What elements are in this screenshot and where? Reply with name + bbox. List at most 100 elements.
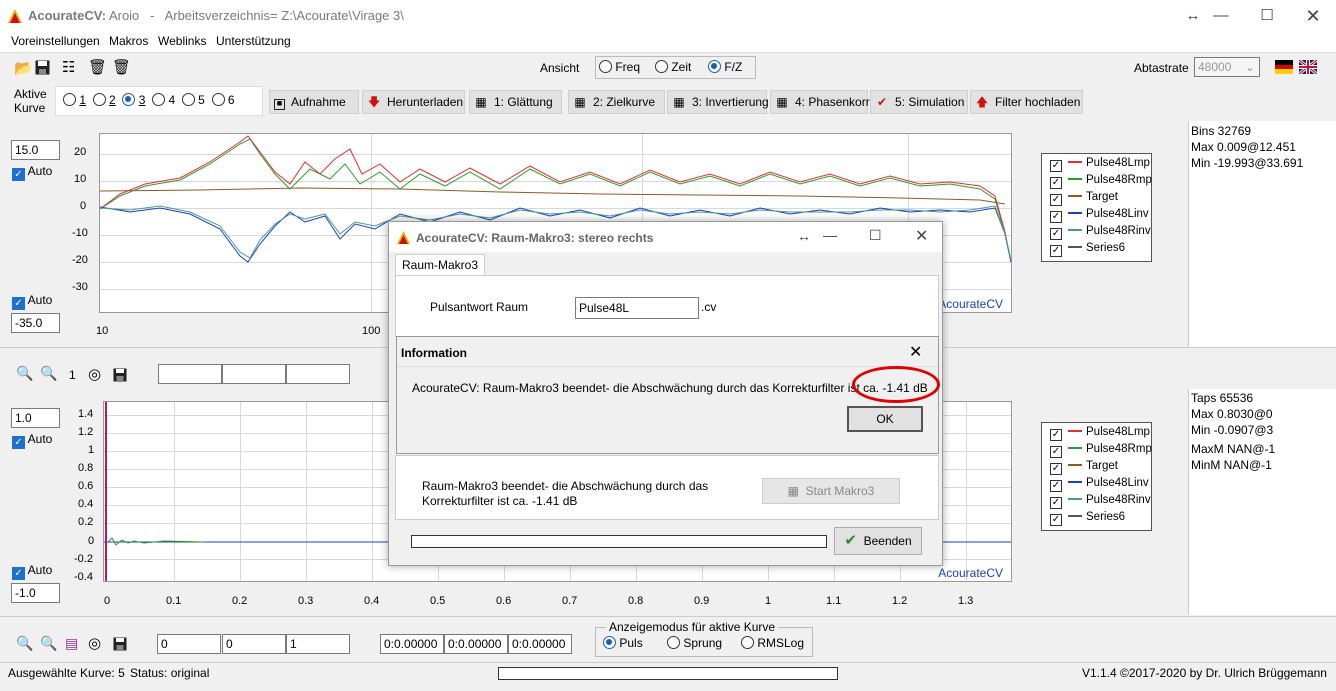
time-xtick: 0 [104,595,111,607]
active-curve-label-1: Aktive [14,87,47,101]
resize-arrows-icon[interactable]: ↔ [797,228,811,244]
step-herunterladen-label: Herunterladen [387,95,464,109]
curve-option-1[interactable]: 1 [63,93,86,107]
menu-unterstuetzung[interactable]: Unterstützung [216,34,291,48]
time-xtick: 0.9 [694,595,710,607]
bottom-field-1[interactable]: 0 [157,634,221,654]
pulse-response-label: Pulsantwort Raum [430,300,529,314]
delete-multiple-icon[interactable]: 🗑 [88,58,107,76]
mode-sprung[interactable]: Sprung [667,636,722,650]
menu-voreinstellungen[interactable]: Voreinstellungen [11,34,100,48]
time-field-1[interactable]: 0:0.00000 [380,634,444,654]
beenden-button[interactable]: ✔ Beenden [834,527,922,555]
legend-item[interactable]: ✓ Target [1050,191,1118,206]
zoom-out-icon[interactable]: 🔍 [40,365,57,382]
zoom-in-icon[interactable]: 🔍 [16,635,33,652]
mid-field-2[interactable] [222,364,286,384]
time-field-3[interactable]: 0:0.00000 [508,634,572,654]
time-ytick: 0.8 [78,462,94,474]
step-herunterladen-button[interactable]: 🡇 Herunterladen [362,90,465,114]
maximize-button[interactable]: ☐ [869,227,882,244]
bottom-field-2[interactable]: 0 [222,634,286,654]
legend-item[interactable]: ✓ Pulse48Linv [1050,477,1149,492]
checkbox-checked-icon[interactable]: ✓ [12,297,25,310]
pulse-response-input[interactable]: Pulse48L [575,297,699,319]
legend-item[interactable]: ✓ Pulse48Linv [1050,208,1149,223]
step-filter-hochladen-button[interactable]: 🡅 Filter hochladen [970,90,1083,114]
mode-puls[interactable]: Puls [603,636,643,650]
legend-item[interactable]: ✓ Pulse48Lmp [1050,426,1150,441]
step-glaettung-label: 1: Glättung [494,95,553,109]
step-aufnahme-button[interactable]: ■ Aufnahme [269,90,359,114]
legend-item[interactable]: ✓ Pulse48Rmp [1050,174,1152,189]
freq-ymin-input[interactable]: -35.0 [11,313,60,333]
step-glaettung-button[interactable]: ▦ 1: Glättung [469,90,562,114]
uk-flag-icon[interactable] [1299,60,1317,74]
open-folder-icon[interactable]: 📂 [14,59,33,77]
legend-item[interactable]: ✓ Target [1050,460,1118,475]
freq-ytick-10: 10 [74,173,87,185]
close-button[interactable]: ✕ [1290,0,1336,32]
start-macro3-button[interactable]: ▦ Start Makro3 [762,478,900,504]
time-xtick: 1 [765,595,772,607]
mid-field-3[interactable] [286,364,350,384]
curve-option-5[interactable]: 5 [181,93,205,107]
save-icon[interactable] [113,368,127,382]
chart-icon[interactable]: ▤ [65,635,78,652]
time-ymax-input[interactable]: 1.0 [11,408,60,428]
curve-option-3[interactable]: 3 [122,93,145,107]
curve-option-2[interactable]: 2 [92,93,116,107]
zoom-out-icon[interactable]: 🔍 [40,635,57,652]
step-simulation-button[interactable]: ✔ 5: Simulation [870,90,968,114]
window-title-text: Aroio - Arbeitsverzeichnis= Z:\Acourate\… [108,8,404,23]
time-field-2[interactable]: 0:0.00000 [444,634,508,654]
step-invertierung-button[interactable]: ▦ 3: Invertierung [667,90,769,114]
time-auto-bottom[interactable]: ✓ Auto [12,563,52,580]
mid-field-1[interactable] [158,364,222,384]
macro-dialog-tab[interactable]: Raum-Makro3 [395,254,485,276]
legend-item[interactable]: ✓ Pulse48Rinv [1050,494,1151,509]
legend-item[interactable]: ✓ Series6 [1050,511,1125,526]
minimize-button[interactable]: — [1198,0,1244,32]
checkbox-checked-icon[interactable]: ✓ [12,168,25,181]
ok-button[interactable]: OK [847,406,923,432]
maximize-button[interactable]: ☐ [1244,0,1290,32]
legend-item[interactable]: ✓ Series6 [1050,242,1125,257]
step-zielkurve-label: 2: Zielkurve [593,95,656,109]
close-button[interactable]: ✕ [909,342,922,362]
german-flag-icon[interactable] [1275,60,1293,74]
mode-rmslog[interactable]: RMSLog [741,636,804,650]
minimize-button[interactable]: — [823,227,837,243]
save-icon[interactable] [113,637,127,651]
step-phasenkorr-button[interactable]: ▦ 4: Phasenkorr [770,90,870,114]
delete-icon[interactable]: 🗑 [112,58,131,76]
freq-auto-top[interactable]: ✓ Auto [12,164,52,181]
target-icon[interactable]: ◎ [88,634,101,652]
information-dialog: Information ✕ AcourateCV: Raum-Makro3 be… [396,336,939,454]
freq-auto-bottom[interactable]: ✓ Auto [12,293,52,310]
legend-item[interactable]: ✓ Pulse48Rinv [1050,225,1151,240]
zoom-in-icon[interactable]: 🔍 [16,365,33,382]
close-button[interactable]: ✕ [915,226,928,246]
step-zielkurve-button[interactable]: ▦ 2: Zielkurve [568,90,665,114]
target-icon[interactable]: ◎ [88,365,101,383]
menu-weblinks[interactable]: Weblinks [158,34,206,48]
sample-rate-select[interactable]: 48000 ⌄ [1194,57,1260,77]
time-auto-top[interactable]: ✓ Auto [12,432,52,449]
save-icon[interactable] [35,60,50,75]
time-ymin-input[interactable]: -1.0 [11,583,60,603]
tree-list-icon[interactable]: ☷ [62,58,75,76]
bottom-field-3[interactable]: 1 [286,634,350,654]
time-ytick: 0 [88,535,95,547]
legend-item[interactable]: ✓ Pulse48Lmp [1050,157,1150,172]
checkbox-checked-icon[interactable]: ✓ [12,436,25,449]
app-name: AcourateCV: [28,8,107,23]
freq-ymax-input[interactable]: 15.0 [11,140,60,160]
curve-option-4[interactable]: 4 [152,93,175,107]
macro-message-line1: Raum-Makro3 beendet- die Abschwächung du… [422,479,709,493]
checkbox-checked-icon[interactable]: ✓ [12,567,25,580]
time-auto-top-label: Auto [27,432,53,446]
curve-option-6[interactable]: 6 [211,93,235,107]
legend-item[interactable]: ✓ Pulse48Rmp [1050,443,1152,458]
menu-makros[interactable]: Makros [109,34,148,48]
